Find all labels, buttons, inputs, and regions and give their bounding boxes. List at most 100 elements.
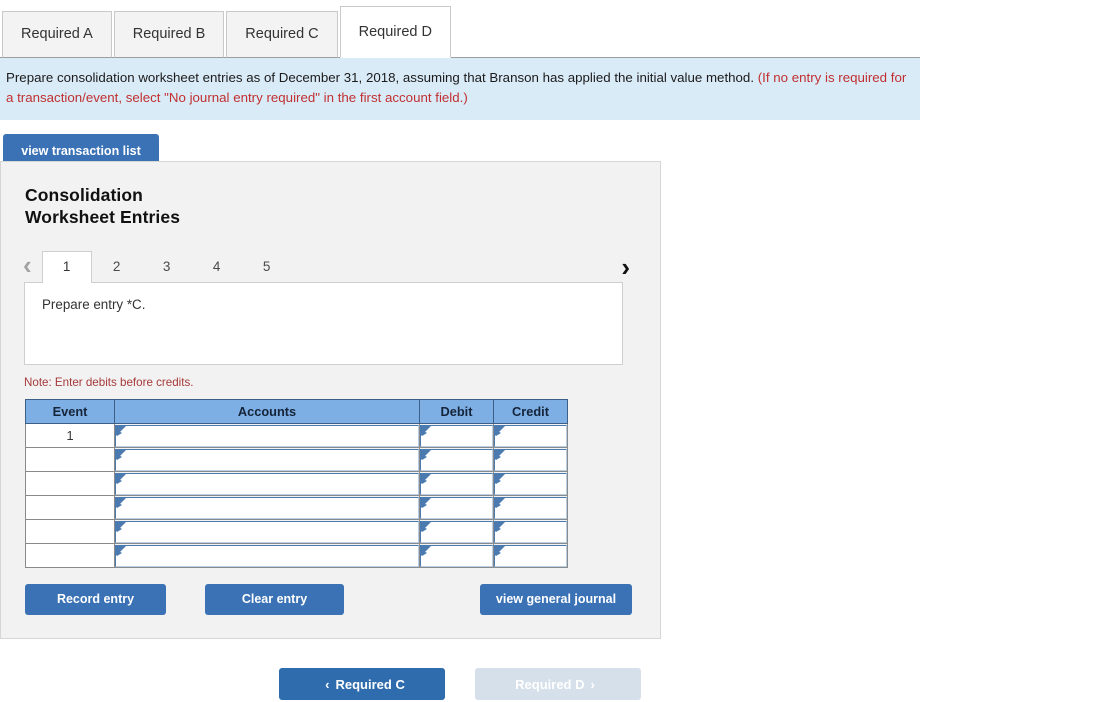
pager-page-5[interactable]: 5 [242, 259, 292, 283]
debit-input-1[interactable] [421, 425, 492, 446]
accounts-cell[interactable] [114, 543, 420, 568]
debit-cell[interactable] [419, 471, 494, 496]
credit-field-1[interactable] [494, 424, 567, 447]
accounts-cell[interactable] [114, 447, 420, 472]
tab-required-b[interactable]: Required B [113, 11, 225, 58]
credit-cell[interactable] [493, 447, 568, 472]
credit-input-4[interactable] [495, 497, 566, 518]
debit-field-6[interactable] [420, 544, 493, 567]
credit-field-3[interactable] [494, 472, 567, 495]
debits-before-credits-note: Note: Enter debits before credits. [24, 376, 194, 389]
debit-field-1[interactable] [420, 424, 493, 447]
debit-cell[interactable] [419, 423, 494, 448]
journal-entry-table: Event Accounts Debit Credit 1 [25, 399, 568, 568]
event-number [25, 471, 115, 496]
accounts-select-2[interactable] [115, 448, 419, 471]
debit-cell[interactable] [419, 495, 494, 520]
header-event: Event [25, 399, 115, 424]
prev-required-label: Required C [335, 677, 405, 692]
credit-input-6[interactable] [495, 545, 566, 566]
pager-page-2[interactable]: 2 [92, 259, 142, 283]
table-row [25, 471, 568, 496]
credit-field-5[interactable] [494, 520, 567, 543]
pager-prev-icon[interactable]: ‹ [23, 252, 42, 283]
next-required-d-button: Required D › [475, 668, 641, 700]
debit-cell[interactable] [419, 543, 494, 568]
header-credit: Credit [493, 399, 568, 424]
accounts-cell[interactable] [114, 471, 420, 496]
pager-page-3[interactable]: 3 [142, 259, 192, 283]
header-accounts: Accounts [114, 399, 420, 424]
debit-field-3[interactable] [420, 472, 493, 495]
debit-input-2[interactable] [421, 449, 492, 470]
entry-actions: Record entry Clear entry view general jo… [25, 584, 635, 616]
debit-field-5[interactable] [420, 520, 493, 543]
accounts-input-3[interactable] [116, 473, 418, 494]
header-debit: Debit [419, 399, 494, 424]
prev-required-c-button[interactable]: ‹ Required C [279, 668, 445, 700]
credit-field-4[interactable] [494, 496, 567, 519]
accounts-select-3[interactable] [115, 472, 419, 495]
credit-field-2[interactable] [494, 448, 567, 471]
event-number [25, 447, 115, 472]
credit-input-2[interactable] [495, 449, 566, 470]
accounts-cell[interactable] [114, 495, 420, 520]
credit-cell[interactable] [493, 423, 568, 448]
pager-page-1[interactable]: 1 [41, 251, 92, 283]
debit-field-2[interactable] [420, 448, 493, 471]
debit-input-4[interactable] [421, 497, 492, 518]
instruction-banner: Prepare consolidation worksheet entries … [0, 58, 920, 120]
view-general-journal-button[interactable]: view general journal [480, 584, 632, 615]
pager-next-icon[interactable]: › [621, 254, 630, 280]
debit-input-5[interactable] [421, 521, 492, 542]
pager-page-4[interactable]: 4 [192, 259, 242, 283]
credit-input-5[interactable] [495, 521, 566, 542]
debit-cell[interactable] [419, 447, 494, 472]
tab-required-c[interactable]: Required C [226, 11, 338, 58]
accounts-input-4[interactable] [116, 497, 418, 518]
chevron-right-icon: › [590, 677, 595, 692]
accounts-cell[interactable] [114, 423, 420, 448]
accounts-input-1[interactable] [116, 425, 418, 446]
chevron-left-icon: ‹ [325, 677, 330, 692]
accounts-input-2[interactable] [116, 449, 418, 470]
clear-entry-button[interactable]: Clear entry [205, 584, 344, 615]
debit-field-4[interactable] [420, 496, 493, 519]
tab-required-a[interactable]: Required A [2, 11, 112, 58]
debit-cell[interactable] [419, 519, 494, 544]
panel-title: Consolidation Worksheet Entries [1, 162, 660, 228]
accounts-select-4[interactable] [115, 496, 419, 519]
table-row [25, 447, 568, 472]
credit-field-6[interactable] [494, 544, 567, 567]
event-number [25, 495, 115, 520]
table-row [25, 543, 568, 568]
accounts-input-5[interactable] [116, 521, 418, 542]
accounts-cell[interactable] [114, 519, 420, 544]
tab-required-d[interactable]: Required D [339, 6, 451, 58]
accounts-select-6[interactable] [115, 544, 419, 567]
credit-input-1[interactable] [495, 425, 566, 446]
required-tabs: Required A Required B Required C Require… [0, 0, 920, 58]
event-number [25, 543, 115, 568]
credit-cell[interactable] [493, 495, 568, 520]
accounts-select-5[interactable] [115, 520, 419, 543]
debit-input-6[interactable] [421, 545, 492, 566]
credit-input-3[interactable] [495, 473, 566, 494]
entry-description-box: Prepare entry *C. [24, 282, 623, 365]
instruction-text: Prepare consolidation worksheet entries … [6, 70, 755, 85]
accounts-input-6[interactable] [116, 545, 418, 566]
panel-title-line-2: Worksheet Entries [25, 207, 181, 227]
table-row [25, 495, 568, 520]
accounts-select-1[interactable] [115, 424, 419, 447]
debit-input-3[interactable] [421, 473, 492, 494]
entry-description-text: Prepare entry *C. [42, 297, 146, 312]
event-number [25, 519, 115, 544]
credit-cell[interactable] [493, 519, 568, 544]
consolidation-worksheet-panel: Consolidation Worksheet Entries ‹ 1 2 3 … [0, 161, 661, 639]
credit-cell[interactable] [493, 543, 568, 568]
credit-cell[interactable] [493, 471, 568, 496]
record-entry-button[interactable]: Record entry [25, 584, 166, 615]
table-row [25, 519, 568, 544]
bottom-navigation: ‹ Required C Required D › [0, 668, 920, 702]
table-header-row: Event Accounts Debit Credit [25, 399, 568, 424]
